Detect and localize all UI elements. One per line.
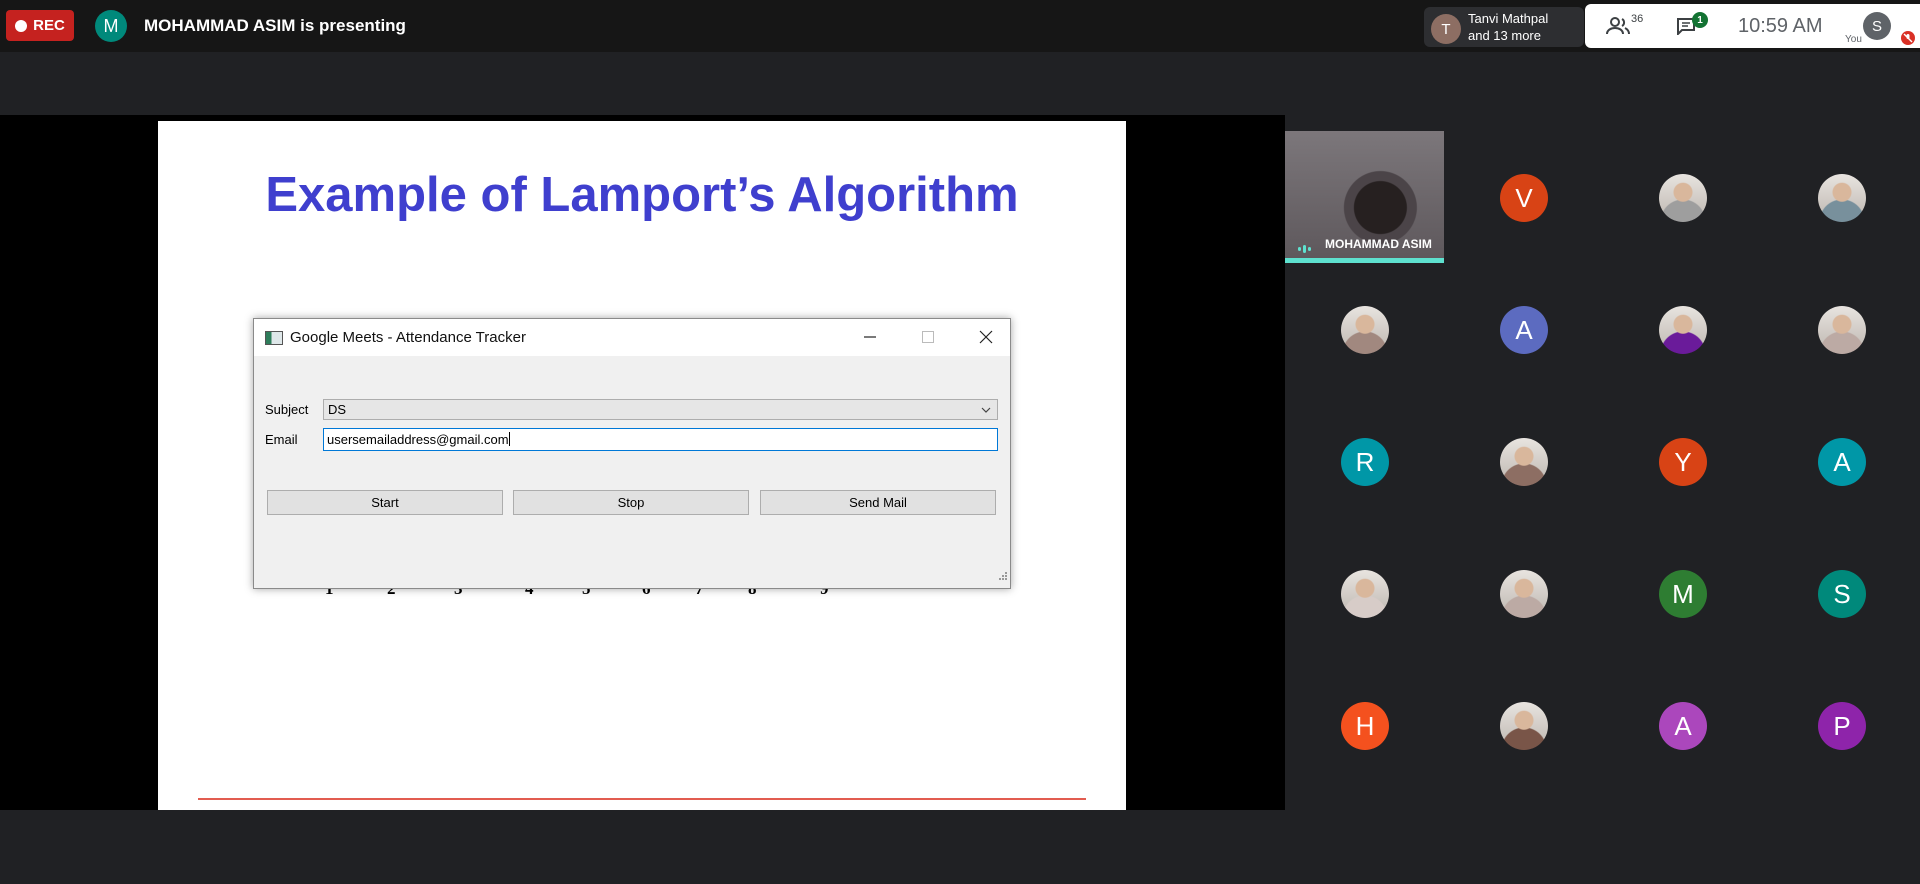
participant-tile[interactable]: R <box>1285 395 1444 527</box>
active-speaker-tile[interactable]: MOHAMMAD ASIM <box>1285 131 1444 263</box>
meeting-controls-panel: 36 1 10:59 AM You S <box>1585 4 1920 48</box>
maximize-icon[interactable] <box>905 323 951 351</box>
participant-tile[interactable]: A <box>1603 659 1762 791</box>
participant-tile[interactable] <box>1603 263 1762 395</box>
participant-tile[interactable]: A <box>1444 263 1603 395</box>
start-button[interactable]: Start <box>267 490 503 515</box>
participant-photo <box>1818 174 1866 222</box>
participant-tile[interactable]: S <box>1762 527 1920 659</box>
participant-avatar: Y <box>1659 438 1707 486</box>
record-dot-icon <box>15 19 28 32</box>
presenting-status: MOHAMMAD ASIM is presenting <box>144 16 406 35</box>
participant-name: Tanvi Mathpal <box>1468 11 1549 26</box>
participant-avatar: R <box>1341 438 1389 486</box>
participant-avatar: M <box>1659 570 1707 618</box>
participant-avatar: V <box>1500 174 1548 222</box>
participant-tile[interactable] <box>1444 659 1603 791</box>
slide-title: Example of Lamport’s Algorithm <box>265 168 1019 222</box>
speaker-name: MOHAMMAD ASIM <box>1325 237 1432 251</box>
participant-avatar: A <box>1659 702 1707 750</box>
participant-initial: T <box>1441 20 1451 38</box>
participant-tile[interactable] <box>1285 527 1444 659</box>
speaking-indicator-icon <box>1297 241 1313 259</box>
participant-tile[interactable]: M <box>1603 527 1762 659</box>
participant-photo <box>1500 570 1548 618</box>
participant-tile[interactable] <box>1285 263 1444 395</box>
participant-avatar: A <box>1818 438 1866 486</box>
self-initial: S <box>1871 17 1882 35</box>
resize-grip-icon[interactable] <box>998 568 1008 586</box>
email-label: Email <box>265 432 298 447</box>
participants-summary-chip[interactable]: T Tanvi Mathpal and 13 more <box>1424 7 1584 47</box>
participant-photo <box>1341 570 1389 618</box>
mic-off-icon <box>1901 31 1915 45</box>
email-value: usersemailaddress@gmail.com <box>327 432 509 447</box>
participant-tile[interactable]: V <box>1444 131 1603 263</box>
subject-value: DS <box>328 402 347 417</box>
subject-label: Subject <box>265 402 309 417</box>
participant-tile[interactable] <box>1762 131 1920 263</box>
email-field[interactable]: usersemailaddress@gmail.com <box>323 428 998 451</box>
more-participants-text: and 13 more <box>1468 28 1541 43</box>
participant-avatar: A <box>1500 306 1548 354</box>
meeting-top-bar: REC M MOHAMMAD ASIM is presenting T Tanv… <box>0 0 1920 52</box>
text-caret <box>508 432 510 446</box>
participant-avatar: S <box>1818 570 1866 618</box>
participant-photo <box>1818 306 1866 354</box>
subject-select[interactable]: DS <box>323 399 998 420</box>
self-avatar[interactable]: S <box>1863 12 1891 40</box>
participant-tile[interactable]: Y <box>1603 395 1762 527</box>
speaking-bar <box>1285 258 1444 263</box>
recording-indicator: REC <box>6 10 74 41</box>
participant-tile[interactable]: P <box>1762 659 1920 791</box>
participant-tile[interactable]: A <box>1762 395 1920 527</box>
meeting-clock: 10:59 AM <box>1738 15 1823 37</box>
participant-tile[interactable] <box>1603 131 1762 263</box>
participant-tile[interactable] <box>1444 527 1603 659</box>
minimize-icon[interactable] <box>847 323 893 351</box>
chat-unread-badge: 1 <box>1692 12 1708 28</box>
window-title: Google Meets - Attendance Tracker <box>290 329 526 346</box>
participant-avatar: T <box>1431 14 1461 44</box>
app-icon <box>265 331 283 345</box>
stop-button[interactable]: Stop <box>513 490 749 515</box>
participant-photo <box>1500 702 1548 750</box>
close-icon[interactable] <box>963 323 1009 351</box>
participant-photo <box>1659 306 1707 354</box>
slide-divider <box>198 798 1086 800</box>
participant-avatar: H <box>1341 702 1389 750</box>
people-count: 36 <box>1631 13 1644 25</box>
participant-photo <box>1341 306 1389 354</box>
people-icon[interactable] <box>1606 16 1630 41</box>
participant-photo <box>1500 438 1548 486</box>
send-mail-button[interactable]: Send Mail <box>760 490 996 515</box>
participant-tile[interactable]: H <box>1285 659 1444 791</box>
chevron-down-icon <box>981 403 991 418</box>
window-title-bar[interactable]: Google Meets - Attendance Tracker <box>254 319 1010 356</box>
presenter-avatar: M <box>95 10 127 42</box>
participant-tile[interactable] <box>1762 263 1920 395</box>
participant-tile[interactable] <box>1444 395 1603 527</box>
self-label: You <box>1845 34 1862 45</box>
participant-photo <box>1659 174 1707 222</box>
presenter-initial: M <box>103 15 119 36</box>
participant-avatar: P <box>1818 702 1866 750</box>
rec-label: REC <box>33 17 65 34</box>
attendance-tracker-window[interactable]: Google Meets - Attendance Tracker Subjec… <box>253 318 1011 589</box>
